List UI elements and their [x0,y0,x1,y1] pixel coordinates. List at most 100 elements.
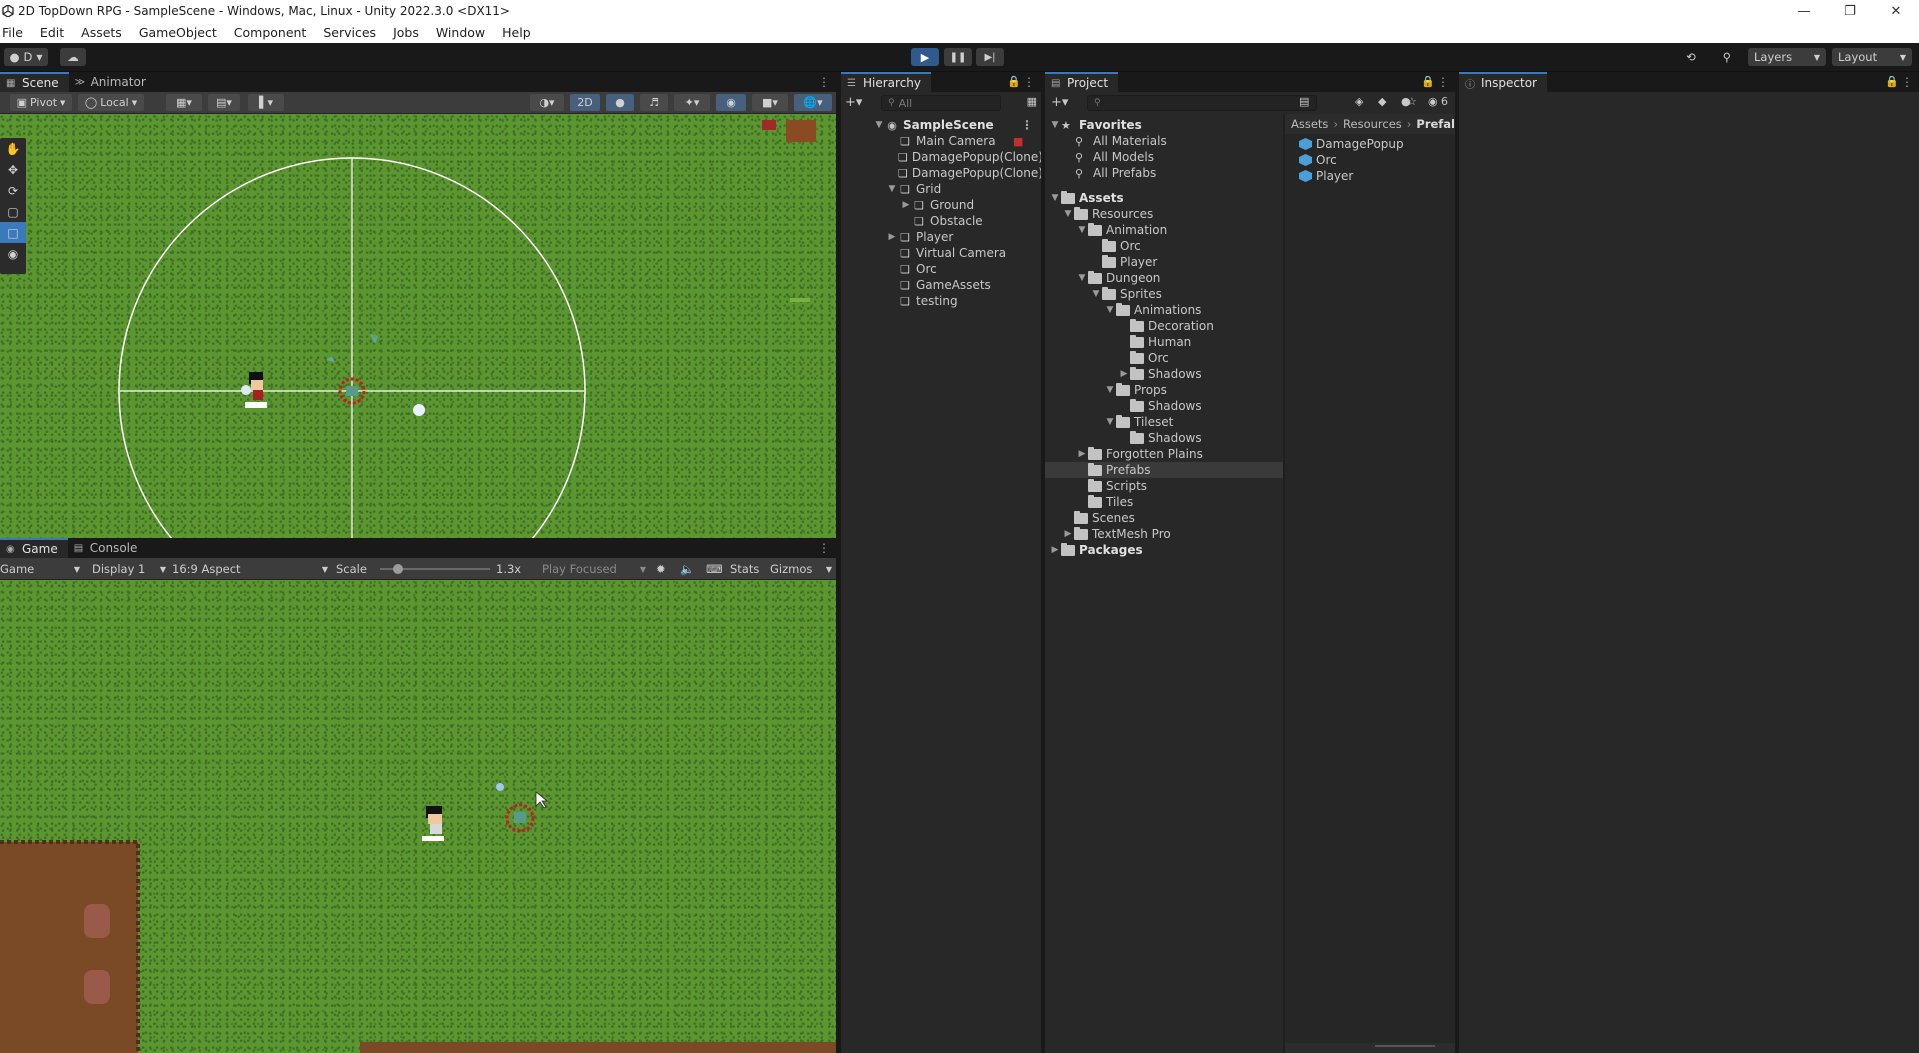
gizmos-dropdown[interactable]: 🌐▾ [794,94,832,111]
folder-props[interactable]: ▼ Props [1045,382,1283,398]
folder-prefabs[interactable]: Prefabs [1045,462,1283,478]
more-options-icon[interactable]: ⋮ [1023,75,1035,89]
menu-file[interactable]: File [0,25,31,40]
menu-edit[interactable]: Edit [31,25,72,40]
minimize-icon[interactable]: — [1781,0,1827,22]
folder-tileset[interactable]: ▼ Tileset [1045,414,1283,430]
menu-assets[interactable]: Assets [72,25,130,40]
tab-scene[interactable]: ▦ Scene [0,72,69,92]
more-options-icon[interactable]: ⋮ [1901,75,1913,89]
lock-icon[interactable]: 🔒 [1421,75,1435,88]
gizmos-dropdown[interactable]: Gizmos ▼ [770,560,832,578]
tab-game[interactable]: ◉ Game [0,538,68,558]
add-icon[interactable]: +▾ [845,95,862,110]
hierarchy-item-player[interactable]: ▶ ❏ Player [841,229,1041,245]
grid-snap-button[interactable]: ▦▾ [166,94,202,111]
hierarchy-item-obstacle[interactable]: ❏ Obstacle [841,213,1041,229]
scene-viewport[interactable]: ✋ ✥ ⟳ ▢ □ ◉ [0,114,836,538]
close-icon[interactable]: ✕ [1873,0,1919,22]
favorite-all-models[interactable]: ⚲ All Models [1045,149,1283,165]
favorites-header[interactable]: ▼ ★ Favorites [1045,117,1283,133]
hierarchy-item-virtual-camera[interactable]: ❏ Virtual Camera [841,245,1041,261]
camera-dropdown[interactable]: ■▾ [752,94,788,111]
favorite-all-prefabs[interactable]: ⚲ All Prefabs [1045,165,1283,181]
icon-size-slider[interactable] [1375,1045,1435,1047]
expand-arrow-icon[interactable]: ▼ [1062,209,1074,219]
scene-visibility-icon[interactable]: ▦ [1027,95,1037,108]
tab-console[interactable]: ▤ Console [68,538,148,558]
game-viewport[interactable] [0,580,836,1053]
breadcrumb-item[interactable]: Resources [1343,117,1402,131]
play-button[interactable]: ▶ [911,48,939,66]
expand-arrow-icon[interactable]: ▼ [1049,193,1061,203]
expand-arrow-icon[interactable]: ▼ [1104,417,1116,427]
hierarchy-item-orc[interactable]: ❏ Orc [841,261,1041,277]
breadcrumb-item[interactable]: Prefal [1416,117,1455,131]
expand-arrow-icon[interactable]: ▼ [1090,289,1102,299]
player-sprite[interactable] [422,806,444,841]
hierarchy-item-main-camera[interactable]: ❏ Main Camera ■ [841,133,1041,149]
hierarchy-item-ground[interactable]: ▶ ❏ Ground [841,197,1041,213]
cloud-button[interactable]: ☁ [60,48,86,66]
favorite-star-icon[interactable]: ☆ [1407,95,1417,108]
keyboard-icon[interactable]: ⌨ [706,560,723,578]
draw-mode-button[interactable]: ◑▾ [530,94,564,111]
hidden-objects-toggle[interactable]: ◉ [716,94,746,111]
expand-arrow-icon[interactable]: ▼ [1104,385,1116,395]
scene-root[interactable]: ▼ ◉ SampleScene ⋮ [841,117,1041,133]
expand-arrow-icon[interactable]: ▼ [1104,305,1116,315]
folder-animation-player[interactable]: Player [1045,254,1283,270]
hierarchy-item-gameassets[interactable]: ❏ GameAssets [841,277,1041,293]
hierarchy-item-testing[interactable]: ❏ testing [841,293,1041,309]
step-button[interactable]: ▶| [976,48,1004,66]
breadcrumb-item[interactable]: Assets [1291,117,1328,131]
filter-type-icon[interactable]: ◈ [1355,95,1363,108]
menu-component[interactable]: Component [225,25,315,40]
audio-toggle[interactable]: ♬ [640,94,668,111]
display-dropdown[interactable]: Display 1 ▼ [92,560,166,578]
maximize-icon[interactable]: ❐ [1827,0,1873,22]
expand-arrow-icon[interactable]: ▶ [1062,529,1074,539]
pivot-dropdown[interactable]: ▣ Pivot ▼ [10,94,72,111]
more-options-icon[interactable]: ⋮ [1021,118,1033,132]
folder-orc[interactable]: Orc [1045,350,1283,366]
expand-arrow-icon[interactable]: ▶ [1118,369,1130,379]
account-dropdown[interactable]: ● D ▼ [4,48,48,66]
folder-decoration[interactable]: Decoration [1045,318,1283,334]
expand-arrow-icon[interactable]: ▶ [1076,449,1088,459]
expand-arrow-icon[interactable]: ▶ [1049,545,1061,555]
asset-prefab-orc[interactable]: Orc [1285,152,1455,168]
more-options-icon[interactable]: ⋮ [1437,75,1449,89]
hierarchy-search-input[interactable]: ⚲ All [881,95,1001,111]
hidden-packages-icon[interactable]: ◉ [1428,95,1438,108]
damage-popup-sprite[interactable] [413,404,425,416]
lock-icon[interactable]: 🔒 [1885,75,1899,88]
expand-arrow-icon[interactable]: ▶ [886,232,898,242]
layers-dropdown[interactable]: Layers ▼ [1748,48,1826,66]
folder-animation[interactable]: ▼ Animation [1045,222,1283,238]
more-options-icon[interactable]: ⋮ [818,75,830,89]
menu-help[interactable]: Help [493,25,539,40]
filter-label-icon[interactable]: ◆ [1378,95,1386,108]
folder-tiles[interactable]: Tiles [1045,494,1283,510]
folder-textmesh-pro[interactable]: ▶ TextMesh Pro [1045,526,1283,542]
layout-dropdown[interactable]: Layout ▼ [1832,48,1912,66]
grid-visibility-button[interactable]: ▤▾ [208,94,240,111]
packages-root[interactable]: ▶ Packages [1045,542,1283,558]
project-search-input[interactable]: ⚲ [1087,95,1317,111]
speaker-icon[interactable]: 🔈 [680,560,694,578]
assets-root[interactable]: ▼ Assets [1045,190,1283,206]
folder-scenes[interactable]: Scenes [1045,510,1283,526]
expand-arrow-icon[interactable]: ▼ [1076,273,1088,283]
expand-arrow-icon[interactable]: ▼ [1076,225,1088,235]
expand-arrow-icon[interactable]: ▼ [1049,120,1061,130]
play-focused-dropdown[interactable]: Play Focused ▼ [542,560,646,578]
tab-inspector[interactable]: ⓘ Inspector [1459,72,1547,92]
toggle-2d-button[interactable]: 2D [570,94,600,111]
add-icon[interactable]: +▾ [1051,95,1068,110]
player-sprite[interactable] [241,372,267,408]
expand-arrow-icon[interactable]: ▶ [900,200,912,210]
increment-snap-button[interactable]: ▌▾ [248,94,284,111]
local-dropdown[interactable]: ◯ Local ▼ [78,94,144,111]
folder-scripts[interactable]: Scripts [1045,478,1283,494]
